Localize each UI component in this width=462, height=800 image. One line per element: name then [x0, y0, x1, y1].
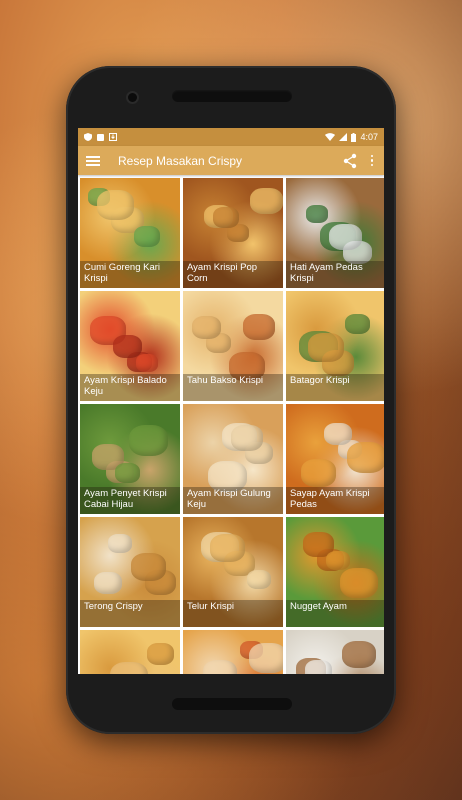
food-image-detail — [342, 641, 376, 669]
recipe-tile[interactable]: Ayam Krispi Gulung Keju — [183, 404, 283, 514]
share-icon[interactable] — [342, 153, 358, 169]
food-image-detail — [243, 314, 275, 340]
recipe-tile[interactable]: Sayap Ayam Krispi Pedas — [286, 404, 384, 514]
recipe-tile[interactable] — [183, 630, 283, 674]
food-image-detail — [210, 534, 245, 562]
recipe-tile[interactable] — [80, 630, 180, 674]
shield-icon — [84, 133, 92, 141]
food-image-detail — [305, 660, 332, 674]
recipe-tile[interactable]: Terong Crispy — [80, 517, 180, 627]
food-image-detail — [250, 188, 283, 215]
food-image-detail — [94, 572, 122, 595]
food-image-detail — [129, 425, 168, 457]
food-image-detail — [340, 568, 378, 599]
recipe-tile[interactable]: Ayam Penyet Krispi Cabai Hijau — [80, 404, 180, 514]
signal-icon — [339, 133, 348, 141]
food-image-detail — [326, 551, 350, 571]
food-image-detail — [110, 662, 148, 674]
app-bar: Resep Masakan Crispy — [78, 146, 384, 175]
recipe-title: Ayam Krispi Gulung Keju — [183, 487, 283, 514]
hamburger-menu-icon[interactable] — [86, 155, 100, 166]
food-image-detail — [249, 643, 283, 674]
recipe-tile[interactable]: Ayam Krispi Pop Corn — [183, 178, 283, 288]
food-image-detail — [192, 316, 221, 340]
food-image-detail — [97, 190, 134, 220]
food-image-detail — [213, 207, 239, 228]
recipe-tile[interactable]: Hati Ayam Pedas Krispi — [286, 178, 384, 288]
recipe-title: Ayam Penyet Krispi Cabai Hijau — [80, 487, 180, 514]
food-image-detail — [345, 314, 370, 334]
battery-icon — [351, 132, 357, 142]
recipe-tile[interactable]: Batagor Krispi — [286, 291, 384, 401]
recipe-title: Ayam Krispi Pop Corn — [183, 261, 283, 288]
recipe-tile[interactable] — [286, 630, 384, 674]
food-image-detail — [231, 425, 263, 451]
recipe-grid: Cumi Goreng Kari Krispi Ayam Krispi Pop C… — [78, 175, 384, 674]
app-title: Resep Masakan Crispy — [118, 153, 243, 168]
recipe-title: Batagor Krispi — [286, 374, 384, 401]
phone-frame: 4:07 Resep Masakan Crispy Cumi Goreng Ka… — [66, 66, 396, 734]
food-image-detail — [308, 333, 344, 362]
food-image-detail — [324, 423, 352, 446]
food-image-detail — [147, 643, 174, 665]
overflow-menu-icon[interactable] — [368, 154, 377, 167]
wifi-icon — [325, 133, 336, 141]
download-icon — [109, 133, 117, 141]
recipe-title: Ayam Krispi Balado Keju — [80, 374, 180, 401]
food-image-detail — [329, 224, 362, 251]
food-image-detail — [134, 226, 160, 247]
food-image-detail — [247, 570, 271, 590]
food-image-detail — [306, 205, 328, 223]
recipe-tile[interactable]: Cumi Goreng Kari Krispi — [80, 178, 180, 288]
bottom-speaker — [172, 698, 292, 710]
recipe-tile[interactable]: Ayam Krispi Balado Keju — [80, 291, 180, 401]
recipe-tile[interactable]: Tahu Bakso Krispi — [183, 291, 283, 401]
status-bar: 4:07 — [78, 128, 384, 146]
food-image-detail — [203, 660, 237, 674]
notification-square-icon — [97, 133, 104, 141]
food-image-detail — [108, 534, 132, 554]
recipe-tile[interactable]: Nugget Ayam — [286, 517, 384, 627]
recipe-title: Tahu Bakso Krispi — [183, 374, 283, 401]
food-image-detail — [131, 553, 166, 581]
food-image-detail — [136, 354, 158, 372]
recipe-title: Hati Ayam Pedas Krispi — [286, 261, 384, 288]
food-image-detail — [301, 459, 336, 487]
food-image-detail — [115, 463, 140, 483]
top-speaker — [172, 90, 292, 102]
front-camera — [128, 93, 137, 102]
recipe-title: Nugget Ayam — [286, 600, 384, 627]
food-image-detail — [347, 442, 384, 474]
notification-icons — [84, 133, 117, 141]
recipe-title: Terong Crispy — [80, 600, 180, 627]
phone-screen: 4:07 Resep Masakan Crispy Cumi Goreng Ka… — [78, 128, 384, 674]
system-status: 4:07 — [325, 132, 378, 142]
recipe-title: Sayap Ayam Krispi Pedas — [286, 487, 384, 514]
status-time: 4:07 — [360, 132, 378, 142]
recipe-title: Cumi Goreng Kari Krispi — [80, 261, 180, 288]
food-image-detail — [113, 335, 142, 359]
recipe-tile[interactable]: Telur Krispi — [183, 517, 283, 627]
recipe-title: Telur Krispi — [183, 600, 283, 627]
